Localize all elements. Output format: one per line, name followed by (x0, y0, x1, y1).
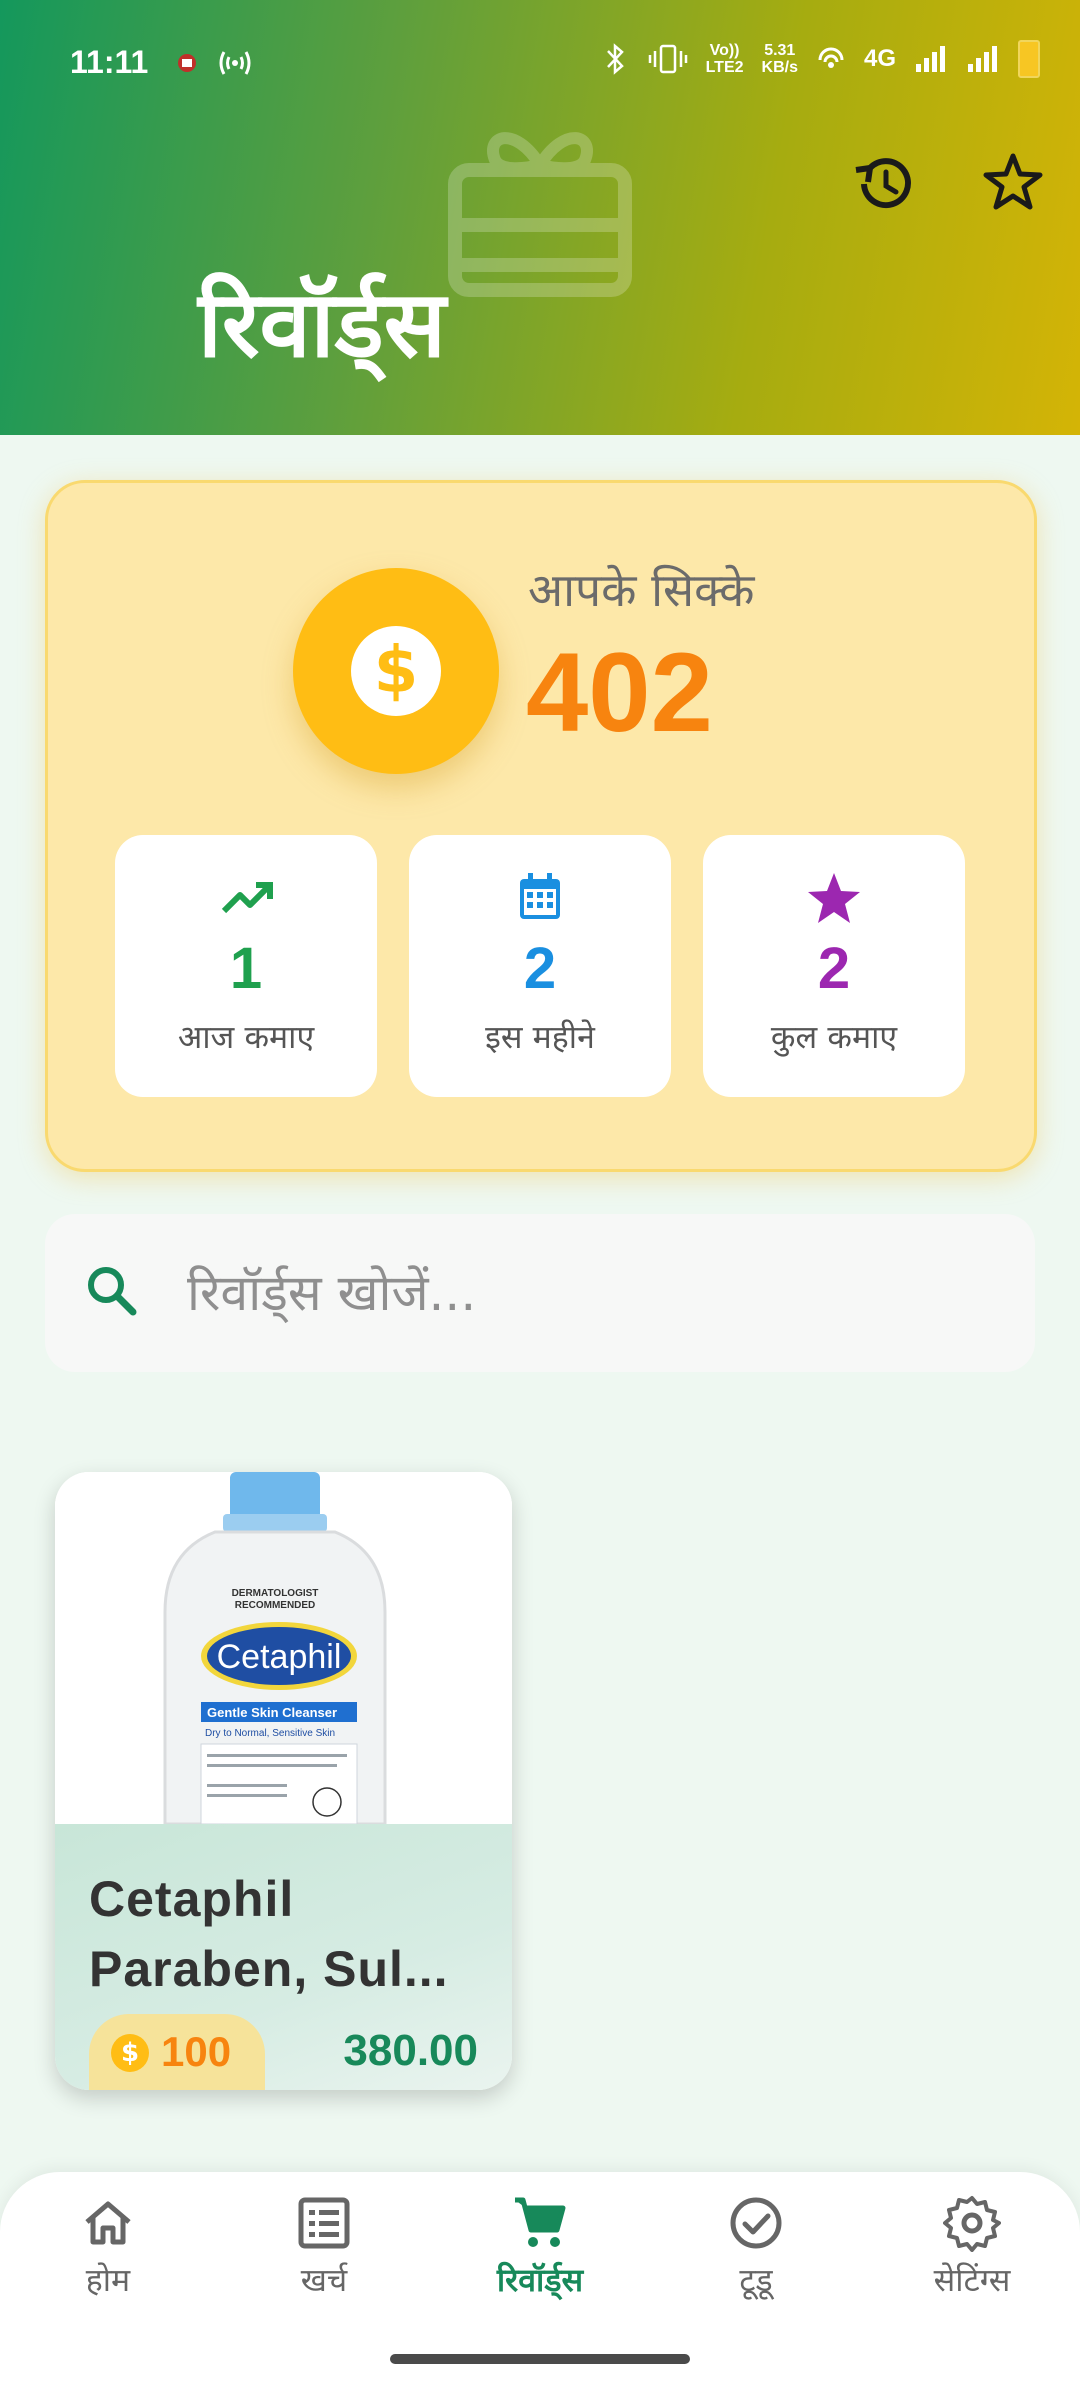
stat-month-label: इस महीने (485, 1018, 595, 1056)
gear-icon (943, 2196, 1001, 2252)
product-image: DERMATOLOGIST RECOMMENDED Cetaphil Gentl… (55, 1472, 512, 1824)
product-price: 380.00 (343, 2026, 478, 2075)
nav-expenses-label: खर्च (300, 2261, 348, 2299)
product-info: Cetaphil Paraben, Sul... $ 100 380.00 (55, 1824, 512, 2090)
nav-home-label: होम (85, 2261, 131, 2299)
history-icon[interactable] (848, 148, 918, 218)
stat-today: 1 आज कमाए (115, 835, 377, 1097)
stat-today-label: आज कमाए (177, 1018, 315, 1056)
stat-total: 2 कुल कमाए (703, 835, 965, 1097)
stat-today-value: 1 (229, 936, 263, 1001)
stat-month-value: 2 (523, 936, 557, 1001)
product-name: Cetaphil Paraben, Sul... (89, 1871, 449, 1997)
status-icons: Vo)) LTE2 5.31 KB/s 4G (600, 40, 1040, 78)
home-indicator[interactable] (390, 2354, 690, 2364)
signal-icon-2 (968, 46, 997, 72)
svg-text:Cetaphil: Cetaphil (217, 1638, 342, 1676)
signal-icon (916, 46, 945, 72)
calendar-icon (520, 873, 560, 919)
check-circle-icon (730, 2197, 782, 2249)
gift-icon (448, 132, 632, 297)
list-icon (298, 2197, 350, 2249)
star-filled-icon (808, 873, 860, 923)
page-title: रिवॉर्ड्स (198, 271, 446, 378)
wifi-calling-icon (818, 47, 844, 68)
vibrate-icon (648, 44, 687, 74)
header: 11:11 Vo)) LTE2 5.31 KB/s 4G रिवॉर्ड्स (0, 0, 1080, 435)
net-type: 4G (863, 45, 896, 72)
stat-month: 2 इस महीने (409, 835, 671, 1097)
nav-todo-label: टूडू (739, 2261, 773, 2299)
trending-up-icon (221, 882, 273, 914)
hotspot-icon (219, 51, 251, 75)
status-time: 11:11 (70, 44, 149, 80)
status-bar: 11:11 Vo)) LTE2 5.31 KB/s 4G (0, 0, 1080, 130)
product-card[interactable]: DERMATOLOGIST RECOMMENDED Cetaphil Gentl… (55, 1472, 512, 2090)
svg-text:Dry to Normal, Sensitive Skin: Dry to Normal, Sensitive Skin (205, 1728, 335, 1739)
home-icon (85, 2201, 131, 2245)
nav-expenses[interactable]: खर्च (224, 2194, 424, 2314)
network-speed: 5.31 KB/s (761, 42, 798, 76)
coin-cost-badge: $ 100 (89, 2014, 265, 2090)
search-icon (88, 1267, 137, 1316)
search-input[interactable] (185, 1252, 989, 1334)
nav-todo[interactable]: टूडू (656, 2194, 856, 2314)
stat-total-label: कुल कमाए (770, 1018, 898, 1056)
nav-rewards-label: रिवॉर्ड्स (496, 2261, 584, 2299)
battery-icon (1018, 40, 1040, 78)
coins-label: आपके सिक्के (528, 563, 755, 617)
search-bar[interactable] (45, 1214, 1035, 1372)
coins-card: $ आपके सिक्के 402 1 आज कमाए 2 इस महीने 2… (45, 480, 1037, 1172)
nav-settings[interactable]: सेटिंग्स (872, 2194, 1072, 2314)
nav-home[interactable]: होम (8, 2194, 208, 2314)
coins-value: 402 (526, 630, 713, 755)
coin-cost: 100 (161, 2028, 232, 2075)
notification-icon (178, 54, 196, 72)
star-icon[interactable] (978, 148, 1048, 218)
network-label: Vo)) LTE2 (705, 42, 744, 76)
coin-icon: $ (111, 2034, 149, 2072)
cart-icon (515, 2197, 566, 2247)
dollar-coin-icon: $ (293, 568, 499, 774)
svg-text:Gentle Skin Cleanser: Gentle Skin Cleanser (207, 1705, 337, 1720)
svg-text:RECOMMENDED: RECOMMENDED (235, 1600, 316, 1611)
nav-rewards[interactable]: रिवॉर्ड्स (440, 2194, 640, 2314)
bluetooth-icon (606, 43, 624, 75)
svg-text:DERMATOLOGIST: DERMATOLOGIST (232, 1588, 319, 1599)
nav-settings-label: सेटिंग्स (933, 2261, 1011, 2299)
stat-total-value: 2 (817, 936, 851, 1001)
